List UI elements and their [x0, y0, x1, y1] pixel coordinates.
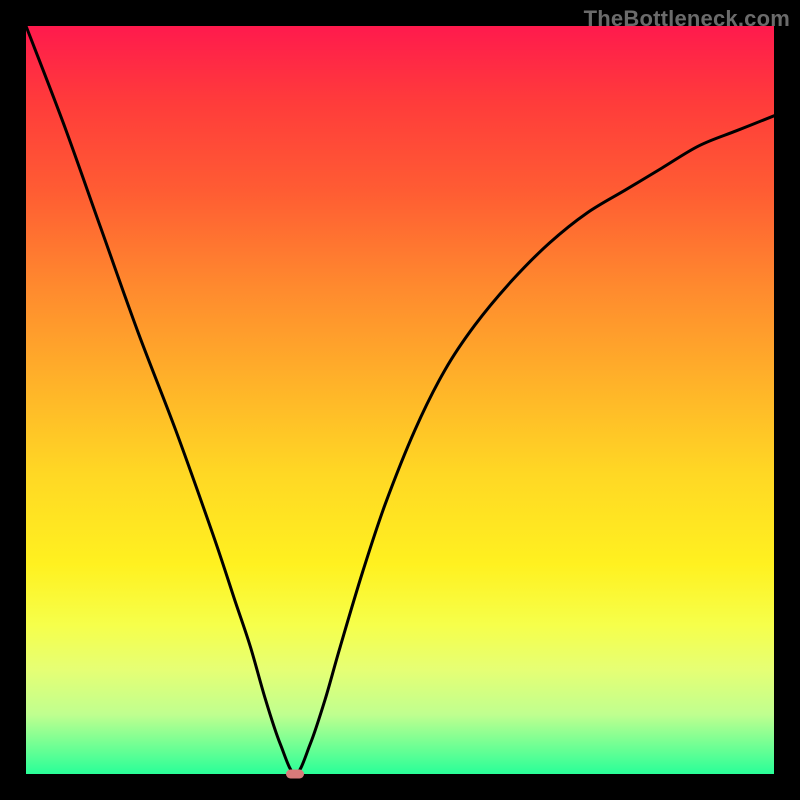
chart-plot-area: [26, 26, 774, 774]
chart-frame: TheBottleneck.com: [0, 0, 800, 800]
bottleneck-curve: [26, 26, 774, 774]
watermark-text: TheBottleneck.com: [584, 6, 790, 32]
optimal-marker: [286, 770, 304, 779]
chart-curve-layer: [26, 26, 774, 774]
